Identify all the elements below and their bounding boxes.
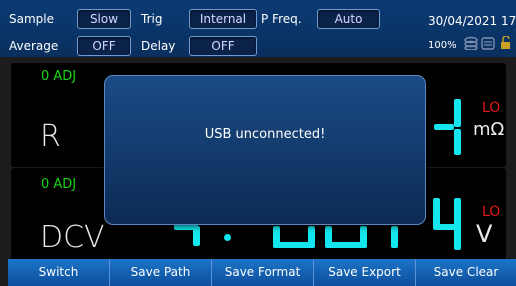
average-value-field[interactable]: OFF: [77, 36, 131, 56]
average-label: Average: [9, 39, 59, 53]
decimal-point: [224, 234, 231, 241]
save-path-button[interactable]: Save Path: [110, 259, 212, 286]
dialog-message: USB unconnected!: [204, 127, 326, 142]
delay-label: Delay: [141, 39, 176, 53]
trig-label: Trig: [141, 12, 163, 26]
digit-segment: [433, 224, 461, 230]
digit-segment: [454, 99, 461, 127]
function-label: DCV: [40, 220, 105, 255]
zero-adj-indicator: 0 ADJ: [41, 69, 77, 84]
digit-segment: [193, 226, 200, 246]
switch-button[interactable]: Switch: [8, 259, 110, 286]
status-bar: Sample Slow Trig Internal P Freq. Auto A…: [0, 0, 516, 57]
pfreq-label: P Freq.: [261, 12, 302, 26]
save-export-button[interactable]: Save Export: [314, 259, 416, 286]
digit-segment: [454, 129, 461, 155]
sample-label: Sample: [9, 12, 54, 26]
lock-icon: [501, 36, 510, 49]
datetime: 30/04/2021 17:37: [428, 14, 516, 28]
pfreq-value-field[interactable]: Auto: [317, 9, 380, 29]
range-indicator: LO: [482, 100, 501, 116]
unit-label: V: [476, 220, 493, 248]
instrument-screen: Sample Slow Trig Internal P Freq. Auto A…: [0, 0, 516, 286]
trig-value-field[interactable]: Internal: [189, 9, 257, 29]
digit-segment: [325, 242, 367, 248]
softkey-bar: Switch Save Path Save Format Save Export…: [8, 259, 516, 286]
digit-segment: [391, 226, 398, 248]
save-clear-button[interactable]: Save Clear: [416, 259, 516, 286]
save-format-button[interactable]: Save Format: [212, 259, 314, 286]
delay-value-field[interactable]: OFF: [189, 36, 257, 56]
storage-icon: [481, 37, 495, 50]
unit-label: mΩ: [473, 119, 505, 140]
sample-value-field[interactable]: Slow: [77, 9, 131, 29]
function-label: R: [40, 119, 61, 154]
battery-percent: 100%: [428, 40, 457, 51]
range-indicator: LO: [482, 204, 501, 220]
digit-segment: [434, 124, 454, 130]
digit-segment: [273, 242, 315, 248]
usb-icon: [464, 36, 478, 50]
zero-adj-indicator: 0 ADJ: [41, 177, 77, 192]
usb-alert-dialog[interactable]: USB unconnected!: [104, 75, 426, 225]
